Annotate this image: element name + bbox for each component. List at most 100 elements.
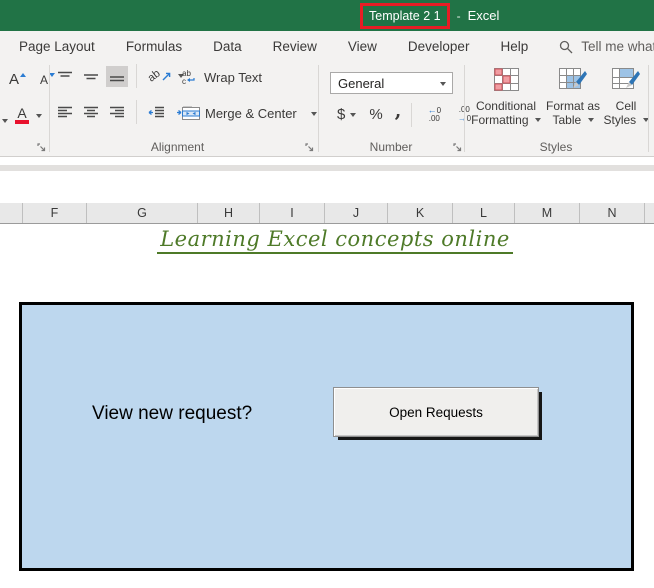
tab-view[interactable]: View bbox=[348, 39, 377, 54]
increase-decimal-icon: ←0 .00 bbox=[422, 106, 446, 123]
column-header-row: F G H I J K L M N bbox=[0, 203, 654, 224]
formula-bar-strip bbox=[0, 165, 654, 171]
ribbon-tab-bar: Page Layout Formulas Data Review View De… bbox=[0, 31, 654, 62]
sheet-heading-row: Learning Excel concepts online bbox=[0, 227, 654, 254]
format-as-table-label-1: Format as bbox=[546, 99, 600, 113]
column-header-I[interactable]: I bbox=[260, 203, 325, 223]
format-as-table-button[interactable]: Format as Table bbox=[544, 68, 602, 127]
styles-group-label: Styles bbox=[464, 140, 648, 154]
document-title-highlight-box: Template 2 1 bbox=[360, 3, 450, 29]
tab-data[interactable]: Data bbox=[213, 39, 242, 54]
align-right-button[interactable] bbox=[106, 102, 128, 123]
format-as-table-label-2: Table bbox=[552, 113, 581, 127]
column-header-M[interactable]: M bbox=[515, 203, 580, 223]
mini-separator bbox=[411, 103, 412, 127]
alignment-dialog-launcher[interactable] bbox=[304, 141, 315, 152]
wrap-text-label: Wrap Text bbox=[204, 70, 262, 85]
conditional-formatting-button[interactable]: Conditional Formatting bbox=[468, 68, 544, 127]
tab-review[interactable]: Review bbox=[273, 39, 317, 54]
mini-separator bbox=[136, 100, 137, 124]
font-color-button[interactable]: A bbox=[12, 103, 32, 128]
merge-center-icon bbox=[182, 107, 200, 120]
conditional-formatting-icon bbox=[494, 68, 519, 91]
top-align-button[interactable] bbox=[54, 66, 76, 87]
align-center-button[interactable] bbox=[80, 102, 102, 123]
title-separator: - bbox=[457, 9, 461, 23]
conditional-formatting-caret-icon bbox=[535, 118, 541, 122]
title-bar: Template 2 1 - Excel bbox=[0, 0, 654, 31]
decrease-indent-icon bbox=[148, 106, 165, 119]
tab-developer[interactable]: Developer bbox=[408, 39, 470, 54]
align-left-button[interactable] bbox=[54, 102, 76, 123]
group-separator bbox=[49, 65, 50, 152]
bottom-align-button[interactable] bbox=[106, 66, 128, 87]
increase-decimal-button[interactable]: ←0 .00 bbox=[419, 102, 449, 127]
window-title: Template 2 1 - Excel bbox=[360, 0, 499, 31]
number-group-label: Number bbox=[318, 140, 464, 154]
font-color-icon: A bbox=[15, 107, 29, 124]
middle-align-button[interactable] bbox=[80, 66, 102, 87]
column-header-partial[interactable] bbox=[645, 203, 654, 223]
accounting-format-caret-icon[interactable] bbox=[350, 113, 356, 117]
panel-question-label: View new request? bbox=[92, 403, 252, 425]
decrease-indent-button[interactable] bbox=[145, 102, 168, 123]
cell-styles-label-1: Cell bbox=[616, 99, 637, 113]
cell-styles-button[interactable]: Cell Styles bbox=[602, 68, 650, 127]
align-center-icon bbox=[83, 106, 99, 119]
column-header-F[interactable]: F bbox=[23, 203, 87, 223]
cell-styles-label-2: Styles bbox=[603, 113, 636, 127]
orientation-arrow-icon bbox=[161, 71, 172, 82]
open-requests-button[interactable]: Open Requests bbox=[333, 387, 539, 437]
accounting-format-button[interactable]: $ bbox=[334, 102, 348, 127]
bottom-align-icon bbox=[109, 70, 125, 83]
format-as-table-caret-icon bbox=[588, 118, 594, 122]
alignment-group-label: Alignment bbox=[49, 140, 306, 154]
group-separator bbox=[648, 65, 649, 152]
orientation-icon: ab bbox=[146, 68, 163, 85]
column-header-G[interactable]: G bbox=[87, 203, 198, 223]
search-icon bbox=[559, 40, 573, 54]
merge-center-label: Merge & Center bbox=[205, 106, 297, 121]
tab-page-layout[interactable]: Page Layout bbox=[19, 39, 95, 54]
column-header-J[interactable]: J bbox=[325, 203, 388, 223]
merge-center-caret-icon[interactable] bbox=[311, 112, 317, 116]
grow-font-icon bbox=[20, 73, 26, 77]
tab-formulas[interactable]: Formulas bbox=[126, 39, 182, 54]
column-header-N[interactable]: N bbox=[580, 203, 645, 223]
cut-off-dropdown-caret-icon[interactable] bbox=[2, 112, 8, 127]
column-header-L[interactable]: L bbox=[453, 203, 515, 223]
comma-style-button[interactable]: , bbox=[392, 106, 405, 124]
column-header-H[interactable]: H bbox=[198, 203, 260, 223]
font-dialog-launcher[interactable] bbox=[36, 141, 47, 152]
middle-align-icon bbox=[83, 70, 99, 83]
wrap-text-button[interactable]: ab c Wrap Text bbox=[182, 70, 262, 85]
sheet-heading: Learning Excel concepts online bbox=[157, 227, 513, 254]
tab-help[interactable]: Help bbox=[500, 39, 528, 54]
cell-styles-icon bbox=[612, 68, 640, 91]
conditional-formatting-label-1: Conditional bbox=[476, 99, 536, 113]
align-right-icon bbox=[109, 106, 125, 119]
document-title: Template 2 1 bbox=[369, 9, 441, 23]
excel-window: Template 2 1 - Excel Page Layout Formula… bbox=[0, 0, 654, 588]
column-header-K[interactable]: K bbox=[388, 203, 453, 223]
tell-me-label: Tell me what you w bbox=[581, 39, 654, 54]
group-separator bbox=[318, 65, 319, 152]
conditional-formatting-label-2: Formatting bbox=[471, 113, 528, 127]
userform-panel: View new request? Open Requests bbox=[19, 302, 634, 571]
app-name: Excel bbox=[468, 8, 500, 23]
percent-style-button[interactable]: % bbox=[366, 102, 385, 127]
number-format-value: General bbox=[338, 76, 384, 91]
format-as-table-icon bbox=[559, 68, 587, 91]
tell-me-search[interactable]: Tell me what you w bbox=[559, 39, 654, 54]
merge-center-button[interactable]: Merge & Center bbox=[182, 106, 317, 121]
orientation-button[interactable]: ab bbox=[145, 66, 175, 86]
number-format-select[interactable]: General bbox=[330, 72, 453, 94]
column-header-stub[interactable] bbox=[0, 203, 23, 223]
number-format-caret-icon bbox=[440, 82, 446, 86]
grow-font-button[interactable]: A bbox=[6, 67, 29, 92]
font-color-caret-icon[interactable] bbox=[36, 114, 42, 118]
wrap-text-icon: ab c bbox=[182, 70, 199, 85]
mini-separator bbox=[136, 64, 137, 88]
number-dialog-launcher[interactable] bbox=[452, 141, 463, 152]
top-align-icon bbox=[57, 70, 73, 83]
